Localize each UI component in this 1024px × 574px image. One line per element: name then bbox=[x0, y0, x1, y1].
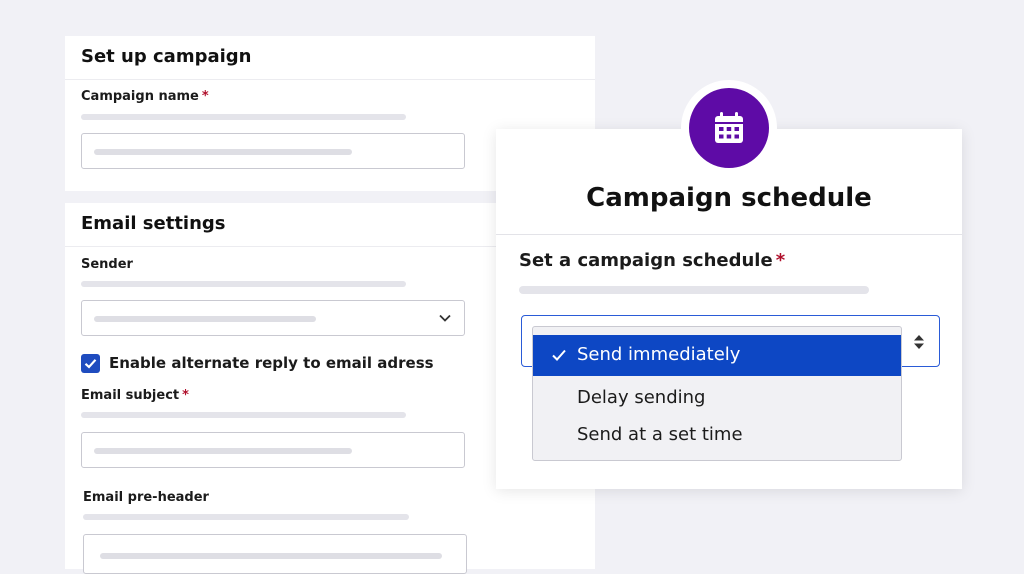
alt-reply-checkbox[interactable] bbox=[81, 354, 100, 373]
alt-reply-label: Enable alternate reply to email adress bbox=[109, 354, 434, 372]
email-subject-label: Email subject * bbox=[81, 388, 189, 403]
setup-campaign-title: Set up campaign bbox=[81, 46, 252, 67]
required-mark: * bbox=[182, 388, 189, 403]
calendar-icon bbox=[715, 112, 743, 143]
email-settings-title: Email settings bbox=[81, 213, 226, 234]
calendar-badge-circle bbox=[689, 88, 769, 168]
campaign-schedule-title: Campaign schedule bbox=[586, 183, 872, 213]
schedule-field-label: Set a campaign schedule * bbox=[519, 250, 785, 271]
option-label: Send immediately bbox=[577, 344, 741, 365]
checkmark-icon bbox=[84, 359, 97, 369]
schedule-field-label-text: Set a campaign schedule bbox=[519, 250, 773, 271]
campaign-name-input[interactable] bbox=[81, 133, 465, 169]
email-subject-label-text: Email subject bbox=[81, 388, 180, 403]
option-label: Delay sending bbox=[577, 387, 706, 408]
setup-campaign-header: Set up campaign bbox=[65, 36, 595, 80]
campaign-schedule-card: Campaign schedule Set a campaign schedul… bbox=[496, 129, 962, 489]
chevron-down-icon bbox=[439, 314, 451, 322]
input-placeholder bbox=[94, 316, 316, 322]
sender-select[interactable] bbox=[81, 300, 465, 336]
sender-hint-placeholder bbox=[81, 281, 406, 287]
input-placeholder bbox=[94, 149, 352, 155]
email-subject-hint-placeholder bbox=[81, 412, 406, 418]
calendar-badge bbox=[681, 80, 777, 176]
select-arrows-icon bbox=[914, 335, 924, 349]
option-delay-sending[interactable]: Delay sending bbox=[533, 381, 901, 415]
option-label: Send at a set time bbox=[577, 424, 743, 445]
campaign-name-label-text: Campaign name bbox=[81, 89, 199, 104]
option-send-immediately[interactable]: Send immediately bbox=[533, 335, 901, 376]
schedule-dropdown-menu: Send immediately Delay sending Send at a… bbox=[532, 326, 902, 461]
email-preheader-label: Email pre-header bbox=[83, 490, 209, 505]
sender-label: Sender bbox=[81, 257, 133, 272]
email-preheader-hint-placeholder bbox=[83, 514, 409, 520]
required-mark: * bbox=[201, 89, 209, 104]
input-placeholder bbox=[94, 448, 352, 454]
check-icon bbox=[552, 349, 566, 361]
email-subject-input[interactable] bbox=[81, 432, 465, 468]
campaign-name-label: Campaign name * bbox=[81, 89, 209, 104]
schedule-hint-placeholder bbox=[519, 286, 869, 294]
option-send-at-set-time[interactable]: Send at a set time bbox=[533, 418, 901, 452]
card-divider bbox=[496, 234, 962, 235]
email-preheader-input[interactable] bbox=[83, 534, 467, 574]
campaign-name-hint-placeholder bbox=[81, 114, 406, 120]
input-placeholder bbox=[100, 553, 442, 559]
required-mark: * bbox=[775, 250, 786, 271]
